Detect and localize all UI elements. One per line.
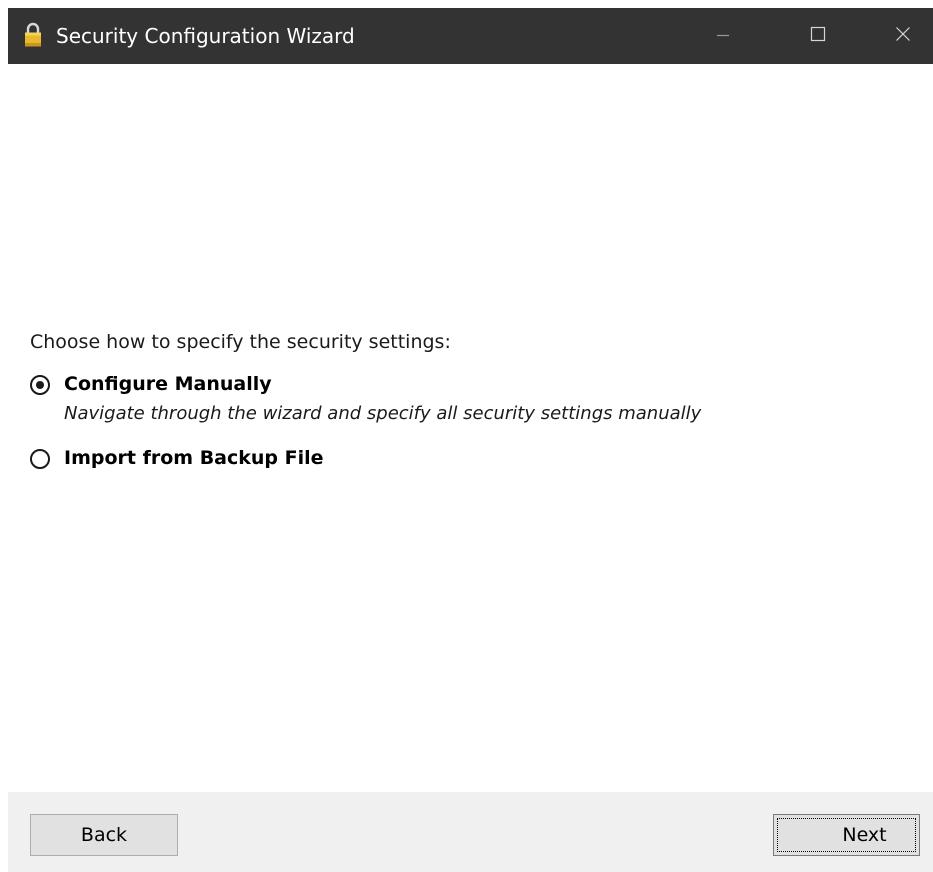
option-text: Configure Manually Navigate through the … [64, 370, 701, 428]
wizard-content: Choose how to specify the security setti… [8, 64, 933, 792]
option-label[interactable]: Import from Backup File [64, 444, 324, 472]
minimize-button[interactable] [693, 8, 753, 64]
back-button[interactable]: Back [30, 814, 178, 856]
page: Security Configuration Wizard Choose how… [0, 0, 933, 872]
radio-import-backup[interactable] [30, 449, 50, 469]
maximize-button[interactable] [788, 8, 848, 64]
close-button[interactable] [873, 8, 933, 64]
padlock-icon [24, 22, 42, 48]
option-import-backup[interactable]: Import from Backup File [30, 444, 324, 472]
next-button[interactable]: Next [773, 814, 920, 856]
title-bar[interactable]: Security Configuration Wizard [8, 8, 933, 64]
minimize-icon [716, 27, 730, 46]
close-icon [895, 26, 911, 46]
radio-outer-ring [30, 449, 50, 469]
option-text: Import from Backup File [64, 444, 324, 472]
window-title: Security Configuration Wizard [56, 24, 355, 48]
button-bar: Back Next [8, 792, 933, 872]
back-button-label: Back [80, 824, 128, 846]
maximize-icon [810, 26, 826, 46]
option-label[interactable]: Configure Manually [64, 370, 701, 398]
option-configure-manually[interactable]: Configure Manually Navigate through the … [30, 370, 701, 428]
radio-selected-dot [36, 381, 44, 389]
radio-configure-manually[interactable] [30, 375, 50, 395]
clipped-heading-fragment [0, 0, 120, 8]
settings-prompt: Choose how to specify the security setti… [30, 331, 451, 353]
option-description: Navigate through the wizard and specify … [64, 403, 702, 424]
wizard-window: Security Configuration Wizard Choose how… [8, 8, 933, 872]
next-button-label: Next [842, 824, 887, 846]
